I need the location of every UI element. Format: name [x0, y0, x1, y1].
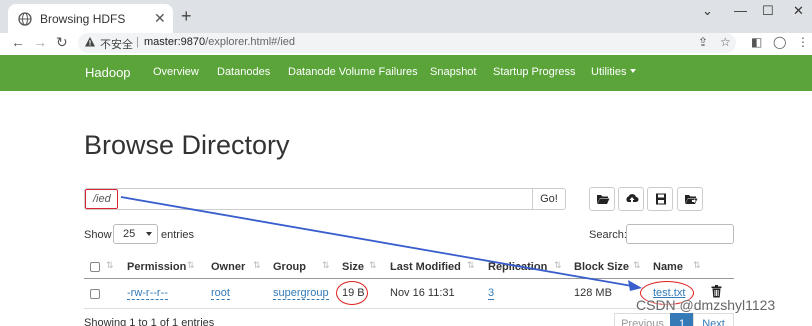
omnibox-separator: |: [136, 36, 139, 48]
minimize-icon[interactable]: —: [734, 3, 747, 19]
reload-icon[interactable]: ↻: [56, 34, 68, 50]
cell-permission[interactable]: -rw-r--r--: [127, 287, 168, 300]
show-label: Show: [84, 229, 112, 241]
sort-icon[interactable]: ⇅: [369, 260, 376, 271]
select-all-checkbox[interactable]: [90, 262, 100, 272]
browser-window: Browsing HDFS ✕ + ⌄ — ☐ ✕ ← → ↻ 不安全 | ma…: [0, 0, 812, 326]
bookmark-star-icon[interactable]: ☆: [720, 35, 731, 49]
col-block-size[interactable]: Block Size: [574, 261, 629, 273]
sort-icon[interactable]: ⇅: [467, 260, 474, 271]
col-size[interactable]: Size: [342, 261, 364, 273]
maximize-icon[interactable]: ☐: [762, 3, 774, 19]
watermark: CSDN @dmzshyl1123: [636, 297, 776, 313]
folder-open-icon: [597, 195, 610, 204]
table-header-rule: [84, 278, 734, 279]
previous-button[interactable]: Previous: [614, 313, 671, 326]
directory-path-input[interactable]: /ied: [84, 188, 533, 210]
upload-button[interactable]: [618, 187, 644, 211]
profile-icon[interactable]: ◯: [773, 35, 786, 49]
nav-volume-failures[interactable]: Datanode Volume Failures: [288, 66, 418, 78]
sort-icon[interactable]: ⇅: [253, 260, 260, 271]
entries-label: entries: [161, 229, 195, 241]
sort-icon[interactable]: ⇅: [187, 260, 194, 271]
col-owner[interactable]: Owner: [211, 261, 245, 273]
upload-cloud-icon: [626, 194, 639, 203]
cell-block-size: 128 MB: [574, 287, 612, 299]
create-directory-button[interactable]: [589, 187, 615, 211]
nav-datanodes[interactable]: Datanodes: [217, 66, 270, 78]
hadoop-navbar: Hadoop Overview Datanodes Datanode Volum…: [0, 55, 812, 91]
forward-icon[interactable]: →: [33, 34, 47, 50]
col-name[interactable]: Name: [653, 261, 683, 273]
tab-search-icon[interactable]: ⌄: [702, 3, 713, 19]
entries-value: 25: [123, 228, 136, 240]
hadoop-brand[interactable]: Hadoop: [85, 65, 131, 80]
folder-paste-icon: [685, 195, 698, 204]
col-permission[interactable]: Permission: [127, 261, 186, 273]
side-panel-icon[interactable]: ◧: [751, 35, 762, 49]
new-tab-icon[interactable]: +: [181, 6, 192, 26]
sort-icon[interactable]: ⇅: [554, 260, 561, 271]
cell-owner[interactable]: root: [211, 287, 230, 300]
col-last-modified[interactable]: Last Modified: [390, 261, 461, 273]
cell-group[interactable]: supergroup: [273, 287, 329, 300]
search-input[interactable]: [626, 224, 734, 244]
col-group[interactable]: Group: [273, 261, 306, 273]
globe-icon: [18, 12, 32, 26]
page-title: Browse Directory: [84, 130, 290, 160]
menu-dots-icon[interactable]: ⋮: [797, 35, 809, 49]
close-tab-icon[interactable]: ✕: [154, 10, 166, 26]
browser-toolbar: ← → ↻ 不安全 | master:9870/explorer.html#/i…: [0, 33, 812, 53]
sort-icon[interactable]: ⇅: [106, 260, 113, 271]
entries-select[interactable]: 25: [113, 224, 158, 244]
browser-tab[interactable]: Browsing HDFS ✕: [8, 4, 173, 33]
paste-button[interactable]: [677, 187, 703, 211]
table-info: Showing 1 to 1 of 1 entries: [84, 317, 215, 326]
nav-overview[interactable]: Overview: [153, 66, 199, 78]
dropdown-caret-icon: [630, 69, 637, 73]
sort-icon[interactable]: ⇅: [322, 260, 329, 271]
cell-size: 19 B: [342, 287, 365, 299]
save-disk-icon: [656, 193, 666, 205]
sort-icon[interactable]: ⇅: [633, 260, 640, 271]
nav-utilities[interactable]: Utilities: [591, 66, 637, 78]
nav-snapshot[interactable]: Snapshot: [430, 66, 476, 78]
go-button[interactable]: Go!: [532, 188, 566, 210]
next-button[interactable]: Next: [693, 313, 734, 326]
warning-icon: [85, 37, 95, 47]
share-icon[interactable]: ⇪: [698, 35, 708, 49]
nav-startup-progress[interactable]: Startup Progress: [493, 66, 576, 78]
row-checkbox[interactable]: [90, 289, 100, 299]
tab-title: Browsing HDFS: [40, 12, 126, 26]
cell-replication[interactable]: 3: [488, 287, 495, 300]
url-text: master:9870/explorer.html#/ied: [144, 36, 296, 48]
col-replication[interactable]: Replication: [488, 261, 547, 273]
path-value: /ied: [85, 189, 118, 209]
cut-button[interactable]: [647, 187, 673, 211]
chevron-down-icon: [146, 232, 152, 236]
sort-icon[interactable]: ⇅: [693, 260, 700, 271]
tab-strip: Browsing HDFS ✕ + ⌄ — ☐ ✕: [0, 0, 812, 33]
page-1-button[interactable]: 1: [670, 313, 694, 326]
back-icon[interactable]: ←: [11, 34, 25, 50]
search-label: Search:: [589, 229, 627, 241]
cell-last-modified: Nov 16 11:31: [390, 287, 455, 299]
close-window-icon[interactable]: ✕: [793, 3, 804, 19]
address-bar[interactable]: 不安全 | master:9870/explorer.html#/ied ⇪ ☆: [78, 33, 736, 53]
security-label: 不安全: [100, 39, 133, 51]
